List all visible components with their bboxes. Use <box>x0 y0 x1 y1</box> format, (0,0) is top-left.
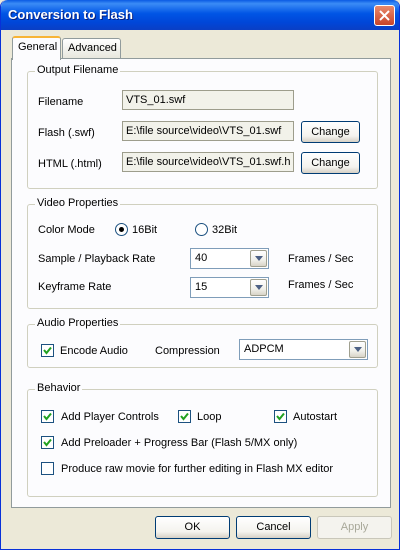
tab-panel-general: Output Filename Filename VTS_01.swf Flas… <box>11 58 391 508</box>
sample-rate-dropdown-button[interactable] <box>250 250 267 267</box>
tab-general[interactable]: General <box>12 36 61 60</box>
flash-swf-path-field[interactable]: E:\file source\video\VTS_01.swf <box>122 121 294 141</box>
keyframe-rate-select[interactable]: 15 <box>190 277 269 298</box>
checkmark-icon <box>43 346 52 355</box>
keyframe-rate-value: 15 <box>195 281 208 293</box>
tab-advanced-label: Advanced <box>68 42 117 54</box>
color-mode-label: Color Mode <box>38 224 95 236</box>
radio-16bit[interactable] <box>115 223 128 236</box>
player-controls-checkbox[interactable] <box>41 410 54 423</box>
radio-selected-dot <box>119 227 124 232</box>
close-button[interactable] <box>374 5 395 26</box>
compression-dropdown-button[interactable] <box>349 341 366 358</box>
radio-16bit-label: 16Bit <box>132 224 158 236</box>
output-filename-title: Output Filename <box>35 64 121 76</box>
autostart-label: Autostart <box>293 411 338 423</box>
title-bar[interactable]: Conversion to Flash <box>1 0 399 30</box>
behavior-title: Behavior <box>35 382 83 394</box>
cancel-button[interactable]: Cancel <box>236 516 311 539</box>
filename-field[interactable]: VTS_01.swf <box>122 90 294 110</box>
chevron-down-icon <box>255 285 263 290</box>
checkmark-icon <box>43 438 52 447</box>
tab-general-label: General <box>18 41 58 53</box>
compression-value: ADPCM <box>244 343 284 355</box>
close-icon <box>379 10 390 21</box>
conversion-dialog: Conversion to Flash General Advanced Out… <box>0 0 400 550</box>
encode-audio-label: Encode Audio <box>60 345 128 357</box>
change-flash-button[interactable]: Change <box>301 121 360 143</box>
keyframe-rate-dropdown-button[interactable] <box>250 279 267 296</box>
radio-32bit-label: 32Bit <box>212 224 238 236</box>
sample-rate-label: Sample / Playback Rate <box>38 253 156 265</box>
change-html-button[interactable]: Change <box>301 152 360 174</box>
sample-rate-value: 40 <box>195 252 208 264</box>
keyframe-rate-unit: Frames / Sec <box>288 279 354 291</box>
window-title: Conversion to Flash <box>8 7 133 22</box>
chevron-down-icon <box>255 256 263 261</box>
compression-label: Compression <box>155 345 220 357</box>
ok-button[interactable]: OK <box>155 516 230 539</box>
loop-label: Loop <box>197 411 222 423</box>
preloader-label: Add Preloader + Progress Bar (Flash 5/MX… <box>61 437 298 449</box>
compression-select[interactable]: ADPCM <box>239 339 368 360</box>
checkmark-icon <box>276 412 285 421</box>
radio-32bit[interactable] <box>195 223 208 236</box>
sample-rate-select[interactable]: 40 <box>190 248 269 269</box>
loop-checkbox[interactable] <box>178 410 191 423</box>
video-properties-title: Video Properties <box>35 197 121 209</box>
html-path-field[interactable]: E:\file source\video\VTS_01.swf.h <box>122 152 294 172</box>
player-controls-label: Add Player Controls <box>61 411 159 423</box>
chevron-down-icon <box>354 347 362 352</box>
encode-audio-checkbox[interactable] <box>41 344 54 357</box>
checkmark-icon <box>180 412 189 421</box>
audio-properties-title: Audio Properties <box>35 317 121 329</box>
flash-swf-label: Flash (.swf) <box>38 127 95 139</box>
raw-movie-label: Produce raw movie for further editing in… <box>61 463 334 475</box>
html-label: HTML (.html) <box>38 158 102 170</box>
filename-label: Filename <box>38 96 84 108</box>
checkmark-icon <box>43 412 52 421</box>
autostart-checkbox[interactable] <box>274 410 287 423</box>
tab-advanced[interactable]: Advanced <box>62 38 121 59</box>
apply-button[interactable]: Apply <box>317 516 392 539</box>
preloader-checkbox[interactable] <box>41 436 54 449</box>
keyframe-rate-label: Keyframe Rate <box>38 281 112 293</box>
sample-rate-unit: Frames / Sec <box>288 253 354 265</box>
raw-movie-checkbox[interactable] <box>41 462 54 475</box>
